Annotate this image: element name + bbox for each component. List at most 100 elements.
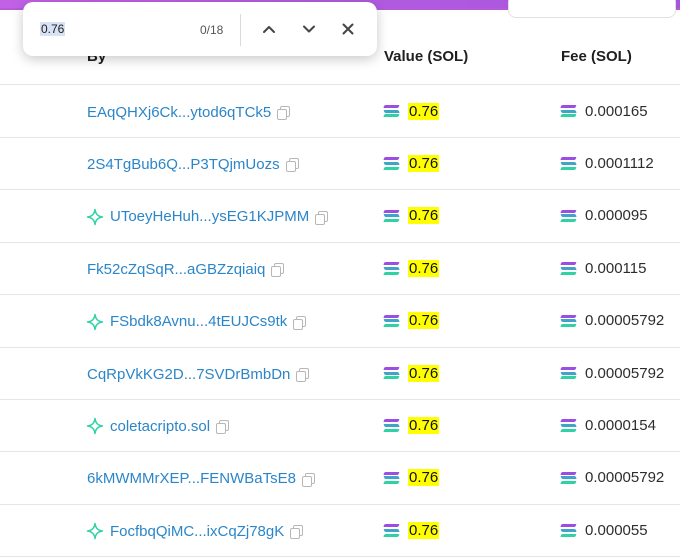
value-cell: 0.76	[383, 100, 440, 122]
table-row: UToeyHeHuh...ysEG1KJPMM 0.76 0.000095	[0, 190, 680, 243]
solana-icon	[383, 262, 400, 275]
by-cell: UToeyHeHuh...ysEG1KJPMM	[86, 206, 329, 228]
fee-amount: 0.00005792	[585, 312, 665, 330]
solana-icon	[383, 209, 400, 222]
copy-icon[interactable]	[271, 263, 285, 278]
table-row: coletacripto.sol 0.76 0.0000154	[0, 399, 680, 453]
by-cell: EAqQHXj6Ck...ytod6qTCk5	[87, 101, 291, 123]
fee-cell: 0.000055	[560, 519, 648, 541]
value-cell: 0.76	[383, 362, 440, 384]
fee-amount: 0.0000154	[585, 416, 656, 434]
solana-icon	[383, 419, 400, 432]
by-cell: coletacripto.sol	[86, 415, 230, 437]
fee-cell: 0.0000154	[560, 414, 656, 436]
copy-icon[interactable]	[301, 472, 315, 487]
sparkle-icon	[86, 522, 104, 540]
solana-icon	[560, 367, 577, 379]
table-row: 2S4TgBub6Q...P3TQjmUozs 0.76 0.0001112	[0, 137, 680, 191]
close-icon	[342, 23, 354, 35]
table-row: FocfbqQiMC...ixCqZj78gK 0.76 0.000055	[0, 504, 680, 557]
header-fee[interactable]: Fee (SOL)	[561, 48, 632, 65]
address-link[interactable]: FocfbqQiMC...ixCqZj78gK	[110, 523, 284, 540]
value-cell: 0.76	[383, 257, 440, 279]
fee-cell: 0.00005792	[560, 467, 665, 489]
find-next-button[interactable]	[297, 17, 321, 41]
sparkle-icon	[86, 208, 104, 226]
value-cell: 0.76	[383, 467, 440, 489]
solana-icon	[383, 367, 400, 379]
value-amount: 0.76	[408, 312, 440, 330]
header-value[interactable]: Value (SOL)	[384, 48, 468, 65]
fee-cell: 0.000115	[560, 257, 647, 279]
address-link[interactable]: EAqQHXj6Ck...ytod6qTCk5	[87, 104, 271, 121]
address-link[interactable]: FSbdk8Avnu...4tEUJCs9tk	[110, 313, 287, 330]
value-cell: 0.76	[383, 414, 440, 436]
fee-cell: 0.00005792	[560, 310, 665, 332]
sparkle-icon	[86, 313, 104, 331]
value-cell: 0.76	[383, 205, 440, 227]
value-cell: 0.76	[383, 310, 440, 332]
table-row: Fk52cZqSqR...aGBZzqiaiq 0.76 0.000115	[0, 242, 680, 296]
copy-icon[interactable]	[293, 315, 307, 330]
solana-icon	[560, 157, 577, 170]
value-amount: 0.76	[408, 469, 440, 487]
fee-cell: 0.0001112	[560, 152, 654, 174]
copy-icon[interactable]	[216, 420, 230, 435]
by-cell: CqRpVkKG2D...7SVDrBmbDn	[87, 363, 310, 385]
sparkle-icon	[86, 417, 104, 435]
value-amount: 0.76	[408, 259, 440, 277]
solana-icon	[560, 471, 577, 484]
by-cell: FocfbqQiMC...ixCqZj78gK	[86, 520, 304, 542]
top-right-control[interactable]	[508, 0, 676, 18]
value-amount: 0.76	[408, 102, 440, 120]
solana-icon	[383, 105, 400, 117]
by-cell: Fk52cZqSqR...aGBZzqiaiq	[87, 258, 285, 280]
value-amount: 0.76	[408, 416, 440, 434]
fee-amount: 0.0001112	[585, 154, 654, 172]
solana-icon	[560, 262, 577, 275]
find-previous-button[interactable]	[257, 17, 281, 41]
by-cell: 6kMWMMrXEP...FENWBaTsE8	[87, 468, 315, 490]
table-row: FSbdk8Avnu...4tEUJCs9tk 0.76 0.00005792	[0, 295, 680, 348]
solana-icon	[560, 524, 577, 537]
copy-icon[interactable]	[277, 106, 291, 120]
find-input[interactable]: 0.76	[40, 22, 66, 36]
solana-icon	[560, 314, 577, 327]
table-row: EAqQHXj6Ck...ytod6qTCk5 0.76 0.000165	[0, 85, 680, 138]
address-link[interactable]: CqRpVkKG2D...7SVDrBmbDn	[87, 366, 290, 383]
fee-cell: 0.00005792	[560, 362, 665, 384]
solana-icon	[560, 105, 577, 117]
copy-icon[interactable]	[290, 525, 304, 540]
fee-amount: 0.000095	[585, 207, 648, 225]
fee-amount: 0.000165	[585, 102, 648, 120]
chevron-down-icon	[303, 25, 315, 33]
solana-icon	[383, 471, 400, 484]
find-in-page-bar: 0.76 0/18	[23, 2, 377, 56]
address-link[interactable]: 2S4TgBub6Q...P3TQjmUozs	[87, 156, 280, 173]
address-link[interactable]: coletacripto.sol	[110, 418, 210, 435]
solana-icon	[383, 524, 400, 537]
value-amount: 0.76	[408, 207, 440, 225]
value-cell: 0.76	[383, 519, 440, 541]
address-link[interactable]: UToeyHeHuh...ysEG1KJPMM	[110, 208, 309, 225]
by-cell: FSbdk8Avnu...4tEUJCs9tk	[86, 311, 307, 333]
value-amount: 0.76	[408, 521, 440, 539]
solana-icon	[383, 157, 400, 170]
copy-icon[interactable]	[315, 210, 329, 225]
solana-icon	[560, 419, 577, 432]
find-match-count: 0/18	[200, 23, 224, 37]
fee-cell: 0.000165	[560, 100, 648, 122]
fee-amount: 0.00005792	[585, 469, 665, 487]
address-link[interactable]: 6kMWMMrXEP...FENWBaTsE8	[87, 470, 296, 487]
chevron-up-icon	[263, 26, 275, 33]
solana-icon	[560, 209, 577, 222]
copy-icon[interactable]	[285, 158, 299, 173]
table-row: 6kMWMMrXEP...FENWBaTsE8 0.76 0.00005792	[0, 452, 680, 505]
copy-icon[interactable]	[296, 368, 310, 382]
fee-amount: 0.000115	[585, 259, 647, 277]
fee-amount: 0.00005792	[585, 364, 665, 382]
value-amount: 0.76	[408, 364, 440, 382]
find-close-button[interactable]	[336, 17, 360, 41]
address-link[interactable]: Fk52cZqSqR...aGBZzqiaiq	[87, 261, 265, 278]
by-cell: 2S4TgBub6Q...P3TQjmUozs	[87, 153, 299, 175]
